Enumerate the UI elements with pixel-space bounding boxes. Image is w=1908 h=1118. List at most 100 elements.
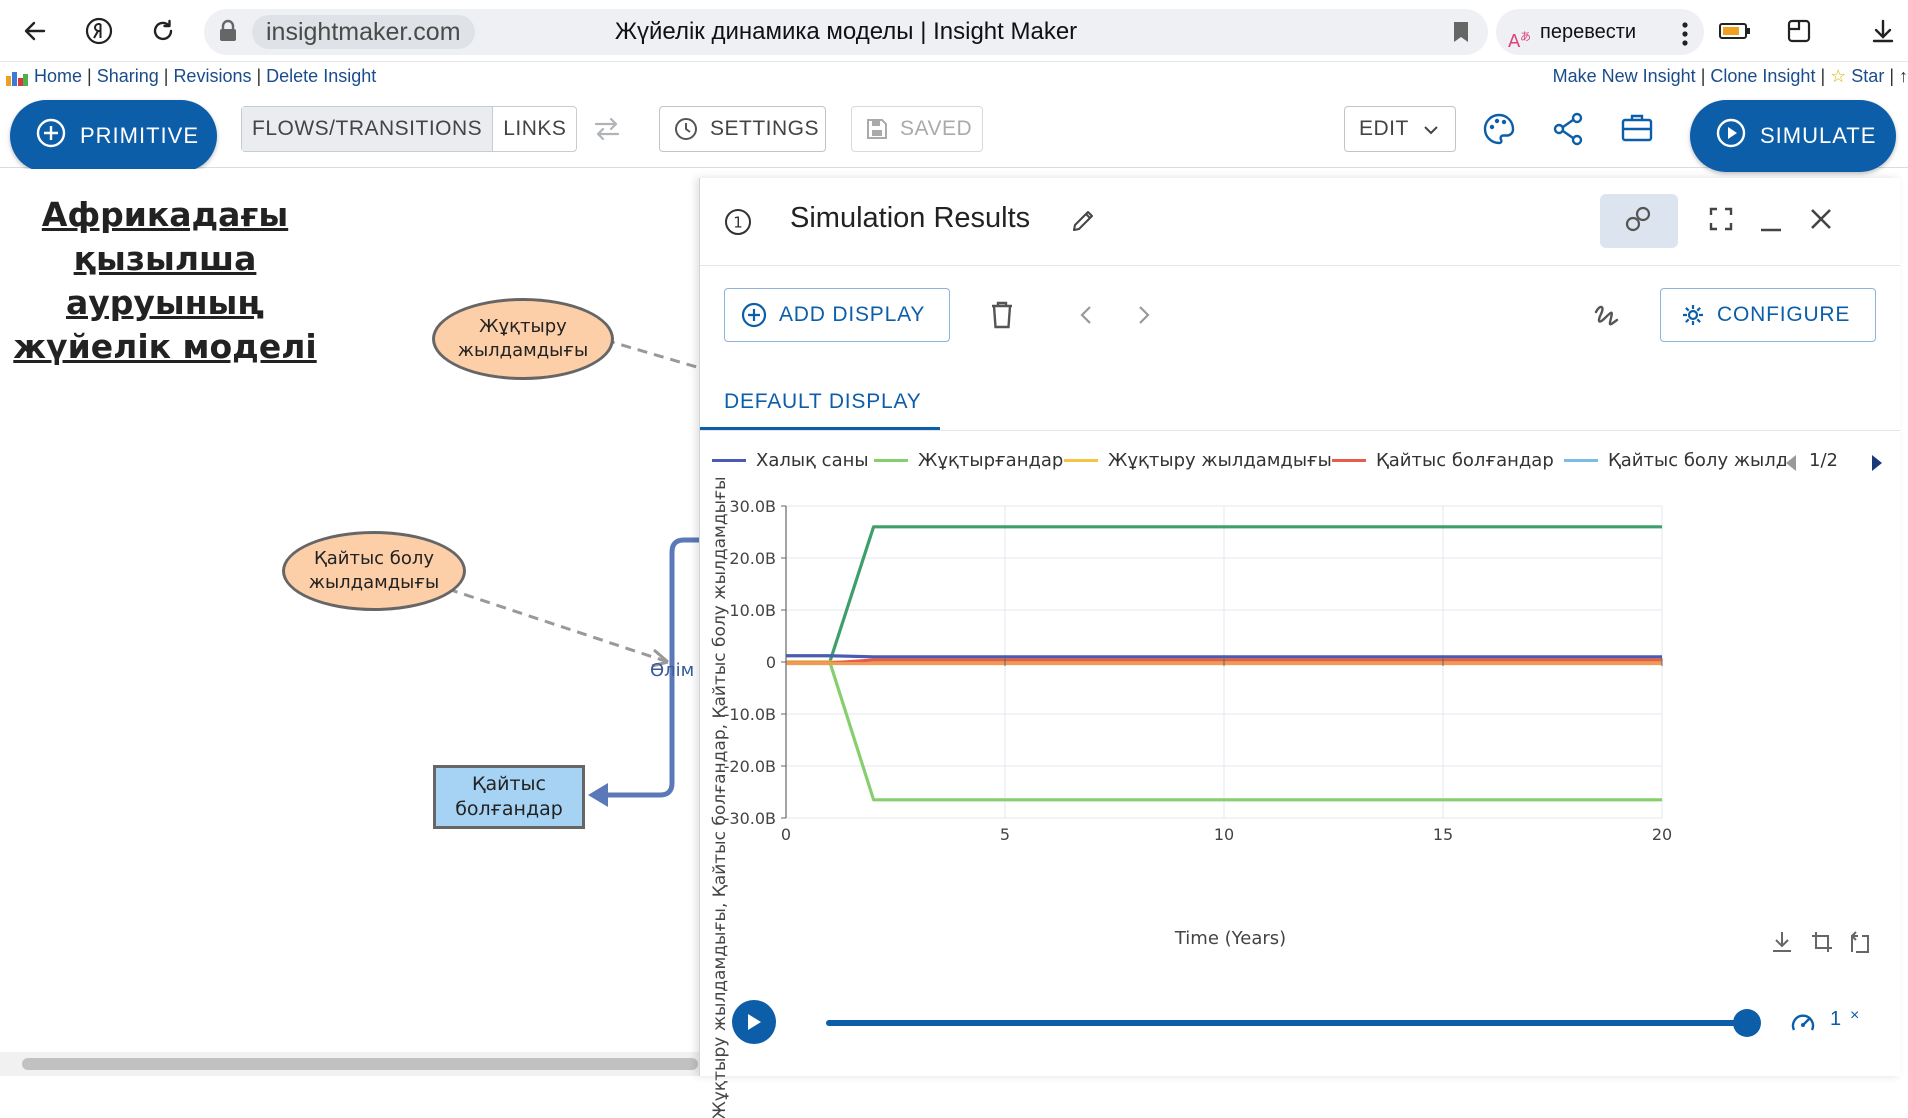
chevron-left-icon[interactable]	[1078, 304, 1094, 331]
add-primitive-button[interactable]: PRIMITIVE	[10, 100, 217, 172]
death-flow-label[interactable]: Өлім	[650, 660, 694, 681]
sharing-link[interactable]: Sharing	[97, 66, 159, 86]
chevron-down-icon	[1423, 117, 1439, 141]
close-icon[interactable]	[1808, 206, 1834, 237]
edit-label: EDIT	[1359, 117, 1409, 140]
more-vert-icon[interactable]	[1682, 18, 1688, 64]
gear-icon	[1681, 303, 1705, 327]
battery-icon[interactable]	[1716, 12, 1754, 50]
y-tick-label: 30.0B	[729, 497, 776, 516]
palette-icon[interactable]	[1482, 112, 1516, 151]
result-number: 1	[733, 214, 743, 232]
fullscreen-icon[interactable]	[1708, 206, 1734, 237]
translate-icon: Aあ	[1508, 21, 1534, 67]
play-icon	[748, 1014, 761, 1030]
dead-stock[interactable]: Қайтыс болғандар	[433, 765, 585, 829]
x-tick-label: 5	[1000, 825, 1010, 844]
model-canvas[interactable]: Африкадағы қызылша ауруының жүйелік моде…	[0, 169, 700, 1049]
series-line	[786, 654, 1662, 659]
simulation-results-panel: 1 Simulation Results ADD DISPLAY CONFIGU…	[699, 178, 1901, 1118]
scrollbar-thumb[interactable]	[22, 1058, 698, 1070]
saved-label: SAVED	[900, 117, 973, 140]
signature-icon[interactable]	[1592, 300, 1622, 335]
add-display-button[interactable]: ADD DISPLAY	[724, 288, 950, 342]
minimize-icon[interactable]	[1758, 206, 1784, 237]
add-display-label: ADD DISPLAY	[779, 303, 926, 326]
star-link[interactable]: Star	[1851, 66, 1884, 86]
speed-suffix: ×	[1850, 1007, 1860, 1024]
chart-plot: 30.0B 20.0B 10.0B 0 -10.0B -20.0B -30.0B 0 5 10 15…	[724, 497, 1673, 844]
toolbox-icon[interactable]	[1620, 112, 1654, 149]
settings-button[interactable]: SETTINGS	[659, 106, 826, 152]
compare-results-button[interactable]	[1600, 194, 1678, 248]
share-icon[interactable]	[1552, 112, 1584, 151]
delete-insight-link[interactable]: Delete Insight	[266, 66, 376, 86]
x-tick-label: 20	[1652, 825, 1672, 844]
speed-value[interactable]: 1	[1830, 1008, 1841, 1031]
page-title: Жүйелік динамика моделы | Insight Maker	[614, 18, 1078, 45]
tab-default-display[interactable]: DEFAULT DISPLAY	[700, 374, 940, 430]
home-link[interactable]: Home	[34, 66, 82, 86]
chevron-right-icon[interactable]	[1136, 304, 1152, 331]
add-circle-icon	[741, 302, 767, 328]
model-title[interactable]: Африкадағы қызылша ауруының жүйелік моде…	[10, 193, 320, 369]
playback-bar: 1 ×	[700, 990, 1900, 1050]
primitive-label: PRIMITIVE	[80, 123, 200, 148]
make-new-insight-link[interactable]: Make New Insight	[1553, 66, 1696, 86]
x-tick-label: 15	[1433, 825, 1453, 844]
translate-button[interactable]: Aあ перевести	[1496, 9, 1704, 55]
crop-zoom-icon[interactable]	[1810, 930, 1834, 959]
speed-gauge-icon[interactable]	[1790, 1010, 1816, 1039]
insight-maker-logo-icon	[6, 72, 28, 86]
death-rate-variable[interactable]: Қайтыс болу жылдамдығы	[282, 531, 466, 611]
clone-insight-link[interactable]: Clone Insight	[1710, 66, 1815, 86]
x-tick-label: 10	[1214, 825, 1234, 844]
configure-label: CONFIGURE	[1717, 303, 1851, 326]
connection-type-toggle: FLOWS/TRANSITIONS LINKS	[241, 106, 578, 152]
saved-button[interactable]: SAVED	[851, 106, 983, 152]
download-chart-icon[interactable]	[1770, 930, 1794, 959]
panel-header: 1 Simulation Results	[700, 178, 1900, 266]
compare-icon	[1624, 205, 1654, 238]
download-icon[interactable]	[1864, 12, 1902, 50]
simulate-button[interactable]: SIMULATE	[1690, 100, 1896, 172]
simulate-label: SIMULATE	[1760, 123, 1877, 148]
insight-link-bar: Home | Sharing | Revisions | Delete Insi…	[0, 62, 1908, 92]
flows-transitions-toggle[interactable]: FLOWS/TRANSITIONS	[242, 107, 493, 151]
star-icon[interactable]: ☆	[1830, 66, 1846, 86]
edit-menu-button[interactable]: EDIT	[1344, 106, 1456, 152]
y-tick-label: -10.0B	[724, 705, 776, 724]
y-tick-label: 20.0B	[729, 549, 776, 568]
reset-zoom-icon[interactable]	[1848, 930, 1872, 959]
links-toggle[interactable]: LINKS	[492, 107, 576, 151]
time-slider-thumb[interactable]	[1733, 1009, 1761, 1037]
x-tick-label: 0	[781, 825, 791, 844]
translate-label: перевести	[1540, 21, 1637, 43]
x-axis-label: Time (Years)	[1174, 928, 1287, 949]
revisions-link[interactable]: Revisions	[173, 66, 251, 86]
tab-divider	[700, 430, 1900, 431]
clock-icon	[674, 117, 698, 141]
y-tick-label: -20.0B	[724, 757, 776, 776]
edit-pencil-icon[interactable]	[1070, 208, 1096, 239]
reload-icon[interactable]	[144, 12, 182, 50]
y-tick-label: 0	[766, 653, 776, 672]
x-axis-label-wrap: Time (Years)	[700, 928, 1901, 949]
y-tick-label: -30.0B	[724, 809, 776, 828]
play-circle-icon	[1716, 118, 1746, 154]
browser-toolbar: insightmaker.com Жүйелік динамика моделы…	[0, 0, 1908, 62]
play-button[interactable]	[732, 1000, 776, 1044]
address-bar[interactable]: insightmaker.com Жүйелік динамика моделы…	[204, 9, 1488, 55]
insight-links-left: Home | Sharing | Revisions | Delete Insi…	[34, 66, 377, 86]
bookmark-icon[interactable]	[1452, 20, 1470, 49]
extensions-icon[interactable]	[1780, 12, 1818, 50]
yandex-icon[interactable]	[80, 12, 118, 50]
swap-arrows-icon[interactable]	[592, 116, 622, 147]
delete-trash-icon[interactable]	[990, 300, 1014, 335]
back-arrow-icon[interactable]	[16, 12, 54, 50]
configure-button[interactable]: CONFIGURE	[1660, 288, 1876, 342]
settings-label: SETTINGS	[710, 117, 820, 140]
time-slider-track[interactable]	[826, 1020, 1744, 1026]
horizontal-scrollbar[interactable]	[0, 1052, 700, 1076]
infection-rate-variable[interactable]: Жұқтыру жылдамдығы	[432, 298, 614, 380]
